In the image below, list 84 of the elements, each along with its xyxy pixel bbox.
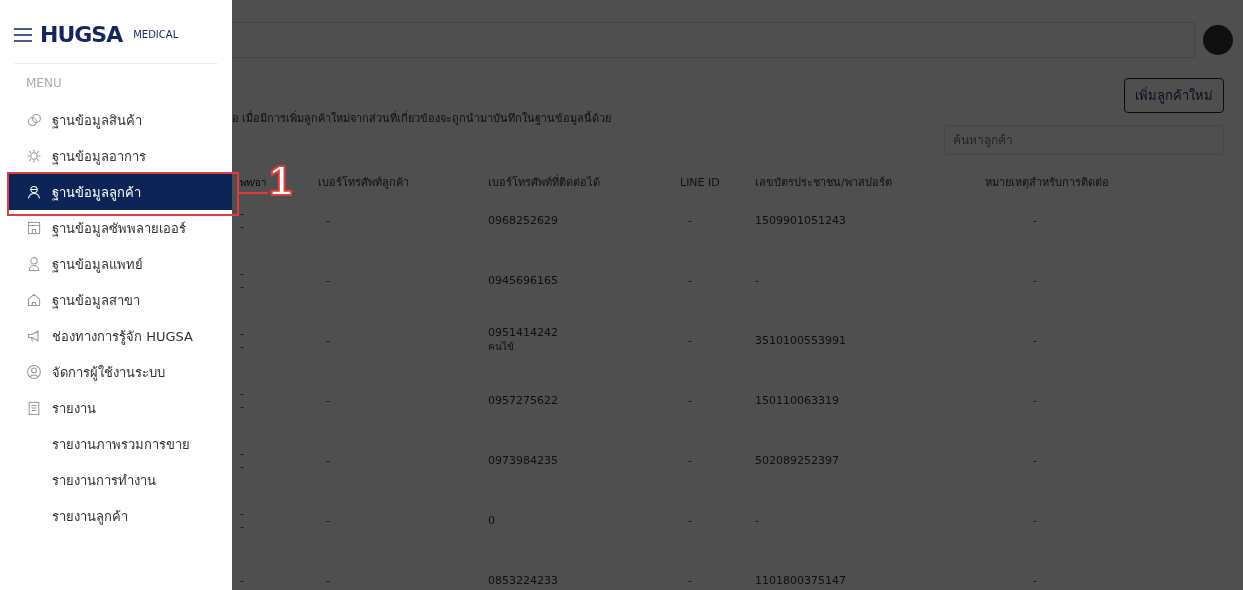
section-label: MENU bbox=[26, 76, 62, 90]
table-cell-text: - bbox=[326, 393, 331, 407]
table-cell-text: - bbox=[240, 573, 245, 587]
table-cell-text: - bbox=[1033, 273, 1038, 287]
sidebar-item[interactable]: ฐานข้อมูลลูกค้า bbox=[8, 174, 232, 210]
avatar[interactable] bbox=[1203, 25, 1233, 55]
table-cell-text: 0968252629 bbox=[488, 213, 559, 227]
menu-icon[interactable] bbox=[14, 27, 32, 42]
menu-item-icon bbox=[26, 148, 42, 164]
table-cell-text: - bbox=[240, 340, 245, 353]
table-cell-text: - bbox=[1033, 213, 1038, 227]
sidebar-item[interactable]: รายงานลูกค้า bbox=[8, 498, 232, 534]
table-cell-text: - bbox=[688, 453, 693, 467]
sidebar-item[interactable]: จัดการผู้ใช้งานระบบ bbox=[8, 354, 232, 390]
table-cell-text: - bbox=[1033, 513, 1038, 527]
table-cell-text: - bbox=[326, 513, 331, 527]
table-cell-text: - bbox=[1033, 453, 1038, 467]
table-cell-text: - bbox=[688, 333, 693, 347]
brand-logo: HUGSA bbox=[40, 22, 123, 47]
annotation-label: 1 bbox=[269, 160, 293, 202]
sidebar-item[interactable]: ฐานข้อมูลแพทย์ bbox=[8, 246, 232, 282]
menu-item-icon bbox=[26, 184, 42, 200]
table-cell-text: คนไข้ bbox=[488, 340, 515, 354]
column-header: พท/อา bbox=[240, 176, 267, 190]
table-cell-text: - bbox=[240, 447, 245, 460]
table-cell-text: - bbox=[240, 280, 245, 293]
table-cell-text: - bbox=[755, 513, 760, 527]
table-cell-text: - bbox=[688, 393, 693, 407]
table-cell-text: - bbox=[1033, 393, 1038, 407]
menu-item-icon bbox=[26, 364, 42, 380]
table-cell-text: 0957275622 bbox=[488, 393, 559, 407]
menu-item-icon bbox=[26, 328, 42, 344]
table-cell-text: - bbox=[240, 400, 245, 413]
top-bar-field[interactable] bbox=[232, 22, 1195, 58]
table-cell-text: 502089252397 bbox=[755, 453, 840, 467]
table-cell-text: 0945696165 bbox=[488, 273, 559, 287]
table-cell-text: - bbox=[326, 273, 331, 287]
table-cell-text: - bbox=[240, 220, 245, 233]
table-cell-text: - bbox=[1033, 333, 1038, 347]
sidebar-item[interactable]: ฐานข้อมูลซัพพลายเออร์ bbox=[8, 210, 232, 246]
table-cell-text: 0951414242 bbox=[488, 326, 559, 339]
sidebar-item[interactable]: รายงานภาพรวมการขาย bbox=[8, 426, 232, 462]
table-cell-text: - bbox=[240, 327, 245, 340]
table-cell-text: - bbox=[240, 267, 245, 280]
brand-suffix: MEDICAL bbox=[133, 29, 179, 40]
menu-item-icon bbox=[26, 400, 42, 416]
table-cell-text: 3510100553991 bbox=[755, 333, 847, 347]
table-cell-text: - bbox=[755, 273, 760, 287]
table-cell-text: 150110063319 bbox=[755, 393, 840, 407]
sidebar-item[interactable]: รายงานการทำงาน bbox=[8, 462, 232, 498]
table-cell-text: 1509901051243 bbox=[755, 213, 847, 227]
table-cell-text: 0853224233 bbox=[488, 573, 559, 587]
table-cell-text: - bbox=[1033, 573, 1038, 587]
leader-line bbox=[239, 192, 268, 194]
table-cell-text: - bbox=[240, 460, 245, 473]
table-cell-text: - bbox=[326, 573, 331, 587]
sidebar-item[interactable]: ฐานข้อมูลสินค้า bbox=[8, 102, 232, 138]
column-header: เลขบัตรประชาชน/พาสปอร์ต bbox=[755, 175, 892, 190]
menu-item-icon bbox=[26, 256, 42, 272]
table-cell-text: - bbox=[688, 573, 693, 587]
column-header: หมายเหตุสำหรับการติดต่อ bbox=[985, 175, 1109, 190]
sidebar-item[interactable]: ช่องทางการรู้จัก HUGSA bbox=[8, 318, 232, 354]
table-cell-text: 0973984235 bbox=[488, 453, 559, 467]
sidebar-item[interactable]: รายงาน bbox=[8, 390, 232, 426]
table-cell-text: - bbox=[688, 513, 693, 527]
table-cell-text: - bbox=[240, 387, 245, 400]
sidebar-item[interactable]: ฐานข้อมูลอาการ bbox=[8, 138, 232, 174]
table-cell-text: - bbox=[688, 273, 693, 287]
menu-item-icon bbox=[26, 112, 42, 128]
table-cell-text: - bbox=[688, 213, 693, 227]
menu-item-icon bbox=[26, 220, 42, 236]
table-cell-text: - bbox=[240, 207, 245, 220]
menu-item-icon bbox=[26, 292, 42, 308]
column-header: เบอร์โทรศัพท์ลูกค้า bbox=[318, 175, 409, 190]
table-cell-text: - bbox=[326, 453, 331, 467]
table-cell-text: - bbox=[240, 520, 245, 533]
table-cell-text: 0 bbox=[488, 513, 496, 527]
table-cell-text: - bbox=[326, 333, 331, 347]
table-cell-text: - bbox=[240, 507, 245, 520]
column-header: เบอร์โทรศัพท์ที่ติดต่อได้ bbox=[488, 175, 600, 190]
table-cell-text: - bbox=[326, 213, 331, 227]
sidebar-item[interactable]: ฐานข้อมูลสาขา bbox=[8, 282, 232, 318]
column-header: LINE ID bbox=[680, 175, 720, 190]
table-cell-text: 1101800375147 bbox=[755, 573, 847, 587]
